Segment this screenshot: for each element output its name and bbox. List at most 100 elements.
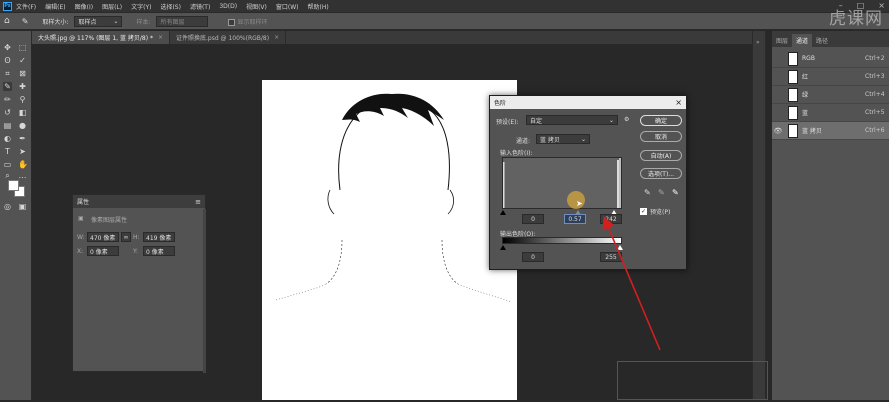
dodge-tool-icon[interactable]: ◐	[3, 134, 12, 143]
channel-row-red[interactable]: 红 Ctrl+3	[772, 68, 889, 86]
eyedropper-tool-icon[interactable]: ✎	[22, 17, 29, 26]
menu-item-select[interactable]: 选择(S)	[160, 2, 181, 11]
home-icon[interactable]: ⌂	[4, 16, 10, 26]
options-button[interactable]: 选项(T)...	[640, 168, 682, 179]
link-icon[interactable]: ∞	[121, 232, 131, 242]
menu-item-type[interactable]: 文字(Y)	[131, 2, 151, 11]
channel-row-blue[interactable]: 蓝 Ctrl+5	[772, 104, 889, 122]
healing-brush-icon[interactable]: ✚	[18, 82, 27, 91]
input-gamma-field[interactable]: 0.57	[564, 214, 586, 224]
panel-menu-icon[interactable]: ≡	[195, 198, 201, 206]
channel-thumbnail	[788, 87, 798, 102]
channel-select[interactable]: 蓝 拷贝 ⌄	[536, 134, 590, 144]
quick-mask-icon[interactable]: ◎	[3, 202, 12, 211]
color-swatches[interactable]	[8, 180, 26, 198]
marquee-tool-icon[interactable]: ⬚	[18, 43, 27, 52]
menu-item-view[interactable]: 视图(V)	[246, 2, 267, 11]
pen-tool-icon[interactable]: ✒	[18, 134, 27, 143]
x-label: X:	[77, 248, 84, 255]
tab-layers[interactable]: 图层	[772, 34, 792, 47]
chevron-down-icon: ⌄	[608, 116, 614, 124]
properties-panel: 属性 ≡ ▣ 像素图层属性 W: 470 像素 ∞ H: 419 像素 X: 0…	[72, 194, 206, 373]
input-white-field[interactable]: 242	[600, 214, 622, 224]
close-icon[interactable]: ×	[675, 98, 682, 107]
input-black-slider[interactable]	[500, 210, 506, 215]
auto-button[interactable]: 自动(A)	[640, 150, 682, 161]
preset-options-gear-icon[interactable]: ⚙	[624, 116, 629, 123]
input-black-field[interactable]: 0	[522, 214, 544, 224]
output-black-slider[interactable]	[500, 245, 506, 250]
checkbox-checked-icon: ✓	[640, 208, 647, 215]
channel-name: 蓝	[802, 110, 809, 117]
eraser-tool-icon[interactable]: ◧	[18, 108, 27, 117]
levels-dialog: 色阶 × 预设(E): 自定 ⌄ ⚙ 通道: 蓝 拷贝 ⌄ 输入色阶(I): 0 0…	[489, 95, 687, 270]
gray-point-eyedropper-icon[interactable]: ✎	[658, 188, 665, 197]
menu-item-filter[interactable]: 滤镜(T)	[190, 2, 210, 11]
gradient-tool-icon[interactable]: ▤	[3, 121, 12, 130]
menu-item-image[interactable]: 图像(I)	[75, 2, 93, 11]
menu-item-edit[interactable]: 编辑(E)	[45, 2, 65, 11]
properties-title: 属性	[77, 199, 90, 206]
width-field[interactable]: 470 像素	[87, 232, 119, 242]
eye-icon[interactable]: 👁	[772, 127, 784, 135]
black-point-eyedropper-icon[interactable]: ✎	[644, 188, 651, 197]
type-tool-icon[interactable]: T	[3, 147, 12, 156]
clone-stamp-icon[interactable]: ⚲	[18, 95, 27, 104]
brush-tool-icon[interactable]: ✏	[3, 95, 12, 104]
channel-shortcut: Ctrl+2	[865, 55, 885, 62]
sample-select[interactable]: 所有图层	[156, 15, 209, 27]
ok-button[interactable]: 确定	[640, 115, 682, 126]
preset-select[interactable]: 自定 ⌄	[526, 115, 618, 125]
scrollbar[interactable]	[203, 209, 206, 373]
menu-item-window[interactable]: 窗口(W)	[276, 2, 299, 11]
screen-mode-icon[interactable]: ▣	[18, 202, 27, 211]
y-label: Y:	[133, 248, 138, 255]
channel-row-blue-copy[interactable]: 👁 蓝 拷贝 Ctrl+6	[772, 122, 889, 140]
cancel-button[interactable]: 取消	[640, 131, 682, 142]
channel-row-green[interactable]: 绿 Ctrl+4	[772, 86, 889, 104]
menu-item-help[interactable]: 帮助(H)	[308, 2, 329, 11]
channels-panel: 图层 通道 路径 RGB Ctrl+2 红 Ctrl+3 绿 Ctrl+4 蓝 …	[772, 31, 889, 400]
output-white-field[interactable]: 255	[600, 252, 622, 262]
tab-document-1[interactable]: 大头照.jpg @ 117% (图层 1, 蓝 拷贝/8) * ×	[32, 31, 170, 44]
move-tool-icon[interactable]: ✥	[3, 43, 12, 52]
collapse-icon[interactable]: »	[756, 39, 760, 46]
channel-row-rgb[interactable]: RGB Ctrl+2	[772, 50, 889, 68]
crop-tool-icon[interactable]: ⌗	[3, 69, 12, 78]
white-point-eyedropper-icon[interactable]: ✎	[672, 188, 679, 197]
eyedropper-icon[interactable]: ✎	[3, 82, 12, 91]
properties-panel-header[interactable]: 属性 ≡	[73, 195, 205, 208]
menu-item-file[interactable]: 文件(F)	[16, 2, 36, 11]
show-sampling-ring-checkbox[interactable]: 显示取样环	[228, 17, 268, 26]
output-black-field[interactable]: 0	[522, 252, 544, 262]
sample-size-select[interactable]: 取样点 ⌄	[74, 15, 123, 27]
lasso-tool-icon[interactable]: ʘ	[3, 56, 12, 65]
preview-checkbox[interactable]: ✓ 预览(P)	[640, 207, 670, 216]
tab-paths[interactable]: 路径	[812, 34, 832, 47]
foreground-color-swatch[interactable]	[8, 180, 19, 191]
shape-tool-icon[interactable]: ▭	[3, 160, 12, 169]
height-label: H:	[133, 234, 140, 241]
menu-item-layer[interactable]: 图层(L)	[102, 2, 122, 11]
blur-tool-icon[interactable]: ●	[18, 121, 27, 130]
hand-tool-icon[interactable]: ✋	[18, 160, 28, 169]
dialog-titlebar[interactable]: 色阶 ×	[490, 96, 686, 109]
close-tab-icon[interactable]: ×	[158, 34, 163, 41]
output-gradient	[502, 237, 622, 244]
more-tools-icon[interactable]: …	[18, 171, 27, 180]
height-field[interactable]: 419 像素	[143, 232, 175, 242]
menu-item-3d[interactable]: 3D(D)	[219, 3, 237, 10]
tab-document-2[interactable]: 证件照换底.psd @ 100%(RGB/8) ×	[170, 31, 287, 44]
document-canvas[interactable]	[262, 80, 517, 400]
zoom-tool-icon[interactable]: ⌕	[3, 171, 12, 180]
history-brush-icon[interactable]: ↺	[3, 108, 12, 117]
input-levels-label: 输入色阶(I):	[500, 150, 533, 157]
close-tab-icon[interactable]: ×	[274, 34, 279, 41]
quick-select-tool-icon[interactable]: ✓	[18, 56, 27, 65]
x-field[interactable]: 0 像素	[87, 246, 119, 256]
frame-tool-icon[interactable]: ⊠	[18, 69, 27, 78]
y-field[interactable]: 0 像素	[143, 246, 175, 256]
path-select-icon[interactable]: ➤	[18, 147, 27, 156]
output-white-slider[interactable]	[617, 245, 623, 250]
tab-channels[interactable]: 通道	[792, 34, 813, 47]
